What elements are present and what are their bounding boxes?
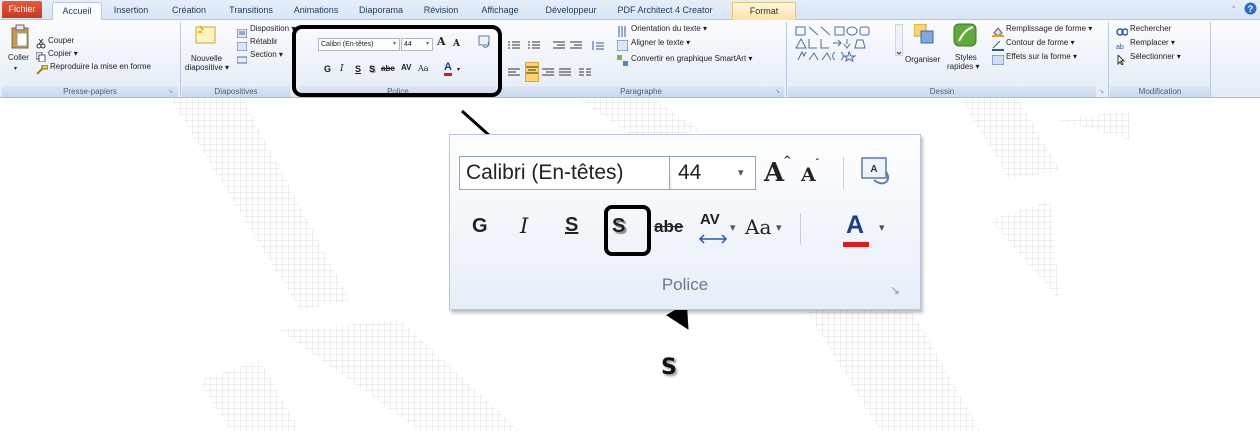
zoom-font-color-dropdown-icon[interactable]: ▾ bbox=[879, 221, 885, 234]
zoom-clear-formatting-icon[interactable]: A bbox=[860, 156, 894, 193]
zoom-underline-button[interactable]: S bbox=[565, 214, 578, 237]
zoom-font-name-combobox[interactable]: Calibri (En-têtes) bbox=[459, 156, 670, 190]
zoom-font-name-value: Calibri (En-têtes) bbox=[466, 161, 624, 184]
zoom-separator bbox=[800, 213, 801, 245]
zoom-spacing-dropdown-icon[interactable]: ▾ bbox=[730, 221, 736, 234]
zoom-character-spacing-button[interactable]: AV bbox=[700, 211, 720, 228]
zoom-font-size-value: 44 bbox=[678, 161, 702, 184]
svg-text:A: A bbox=[870, 164, 877, 175]
zoom-grow-font-button[interactable]: A bbox=[764, 158, 784, 188]
zoom-shrink-caret-icon: ˇ bbox=[815, 159, 820, 169]
zoom-group-label: Police bbox=[661, 275, 709, 294]
zoom-font-size-dropdown-icon[interactable]: ▾ bbox=[738, 157, 744, 189]
zoom-change-case-button[interactable]: Aa bbox=[745, 215, 771, 239]
zoom-italic-button[interactable]: I bbox=[520, 214, 528, 238]
zoom-separator bbox=[843, 157, 844, 189]
zoom-grow-caret-icon: ^ bbox=[783, 155, 792, 166]
enlarged-text-shadow-icon: S bbox=[661, 355, 677, 380]
zoom-case-dropdown-icon[interactable]: ▾ bbox=[776, 221, 782, 234]
shadow-button-highlight-frame bbox=[604, 205, 651, 256]
zoom-shrink-font-button[interactable]: A bbox=[801, 164, 816, 186]
zoom-strikethrough-button[interactable]: abe bbox=[654, 217, 683, 237]
zoom-launcher-icon[interactable]: ↘ bbox=[890, 283, 900, 297]
zoom-bold-button[interactable]: G bbox=[472, 215, 488, 238]
zoom-font-size-combobox[interactable]: 44 ▾ bbox=[672, 156, 756, 190]
zoomed-font-group: Calibri (En-têtes) ▾ 44 ▾ A ^ A ˇ A G I … bbox=[449, 134, 921, 310]
zoom-spacing-arrow-icon bbox=[698, 231, 728, 249]
zoom-font-color-swatch bbox=[843, 242, 869, 247]
zoom-font-color-button[interactable]: A bbox=[846, 211, 864, 240]
